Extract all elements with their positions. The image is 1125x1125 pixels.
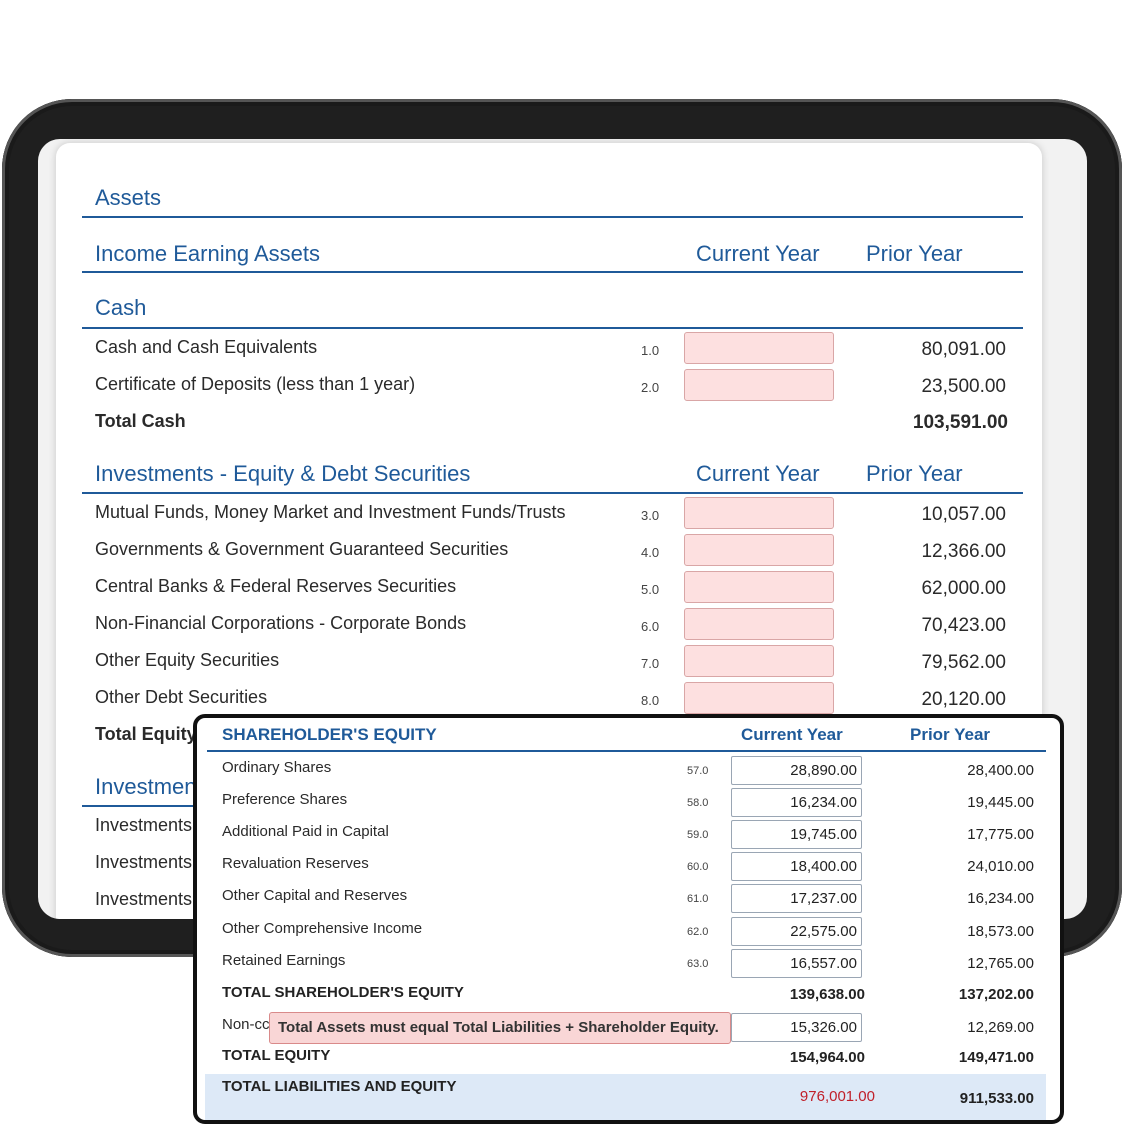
other-debt-current-input[interactable] xyxy=(684,682,834,714)
current-year-header: Current Year xyxy=(696,461,820,486)
header-rule xyxy=(82,271,1023,273)
row-ref: 63.0 xyxy=(687,958,709,970)
retained-earnings-current-input[interactable]: 16,557.00 xyxy=(731,949,862,978)
equity-header-rule xyxy=(207,750,1046,752)
row-prior-value: 62,000.00 xyxy=(921,578,1006,599)
row-label: Ordinary Shares xyxy=(222,759,332,776)
total-cash-label: Total Cash xyxy=(95,411,186,431)
row-prior-value: 28,400.00 xyxy=(967,762,1034,779)
row-prior-value: 10,057.00 xyxy=(921,504,1006,525)
row-prior-value: 23,500.00 xyxy=(921,376,1006,397)
row-ref: 8.0 xyxy=(641,693,660,708)
preference-shares-current-input[interactable]: 16,234.00 xyxy=(731,788,862,817)
row-label: Retained Earnings xyxy=(222,952,346,969)
row-ref: 60.0 xyxy=(687,861,709,873)
cash-heading: Cash xyxy=(95,295,147,320)
row-prior-value: 12,269.00 xyxy=(967,1019,1034,1036)
title-rule xyxy=(82,216,1023,218)
row-prior-value: 12,366.00 xyxy=(921,541,1006,562)
investments-heading: Investments - Equity & Debt Securities xyxy=(95,461,471,486)
corporate-bonds-current-input[interactable] xyxy=(684,608,834,640)
row-prior-value: 19,445.00 xyxy=(967,794,1034,811)
row-prior-value: 70,423.00 xyxy=(921,615,1006,636)
row-label: Revaluation Reserves xyxy=(222,855,369,872)
row-label: Other Comprehensive Income xyxy=(222,920,423,937)
row-label: Governments & Government Guaranteed Secu… xyxy=(95,539,509,559)
total-shareholder-equity-prior: 137,202.00 xyxy=(958,986,1034,1003)
row-prior-value: 79,562.00 xyxy=(921,652,1006,673)
row-ref: 59.0 xyxy=(687,829,709,841)
total-equity-current: 154,964.00 xyxy=(789,1049,865,1066)
total-shareholder-equity-label: TOTAL SHAREHOLDER'S EQUITY xyxy=(222,984,464,1001)
row-ref: 5.0 xyxy=(641,582,660,597)
investments-rule xyxy=(82,492,1023,494)
row-label: Additional Paid in Capital xyxy=(222,823,389,840)
shareholders-equity-card: SHAREHOLDER'S EQUITY Current Year Prior … xyxy=(193,714,1064,1124)
government-securities-current-input[interactable] xyxy=(684,534,834,566)
paid-in-capital-current-input[interactable]: 19,745.00 xyxy=(731,820,862,849)
row-label: Cash and Cash Equivalents xyxy=(95,337,318,357)
prior-year-header: Prior Year xyxy=(866,241,963,266)
total-equity-prior: 149,471.00 xyxy=(958,1049,1034,1066)
prior-year-header: Prior Year xyxy=(910,725,991,744)
row-ref: 57.0 xyxy=(687,765,709,777)
central-banks-current-input[interactable] xyxy=(684,571,834,603)
row-prior-value: 12,765.00 xyxy=(967,955,1034,972)
cash-rule xyxy=(82,327,1023,329)
row-ref: 62.0 xyxy=(687,926,709,938)
row-ref: 6.0 xyxy=(641,619,660,634)
page-title: Assets xyxy=(95,185,162,210)
row-label: Other Debt Securities xyxy=(95,687,268,707)
mutual-funds-current-input[interactable] xyxy=(684,497,834,529)
row-prior-value: 80,091.00 xyxy=(921,339,1006,360)
total-liabilities-equity-current: 976,001.00 xyxy=(799,1088,875,1105)
current-year-header: Current Year xyxy=(741,725,843,744)
row-ref: 58.0 xyxy=(687,797,709,809)
other-equity-current-input[interactable] xyxy=(684,645,834,677)
row-ref: 2.0 xyxy=(641,380,660,395)
row-label: Investments xyxy=(95,815,193,835)
row-prior-value: 17,775.00 xyxy=(967,826,1034,843)
total-shareholder-equity-current: 139,638.00 xyxy=(789,986,865,1003)
row-label: Preference Shares xyxy=(222,791,348,808)
cash-equivalents-current-input[interactable] xyxy=(684,332,834,364)
row-label: Other Equity Securities xyxy=(95,650,280,670)
total-cash-prior: 103,591.00 xyxy=(912,412,1008,433)
revaluation-reserves-current-input[interactable]: 18,400.00 xyxy=(731,852,862,881)
row-label: Central Banks & Federal Reserves Securit… xyxy=(95,576,457,596)
total-liabilities-equity-label: TOTAL LIABILITIES AND EQUITY xyxy=(222,1078,457,1095)
validation-error-tooltip: Total Assets must equal Total Liabilitie… xyxy=(269,1012,731,1044)
certificate-deposits-current-input[interactable] xyxy=(684,369,834,401)
row-label: Investments xyxy=(95,889,193,909)
total-liabilities-equity-prior: 911,533.00 xyxy=(959,1090,1034,1107)
row-ref: 7.0 xyxy=(641,656,660,671)
row-label: Certificate of Deposits (less than 1 yea… xyxy=(95,374,416,394)
row-prior-value: 20,120.00 xyxy=(921,689,1006,710)
other-capital-current-input[interactable]: 17,237.00 xyxy=(731,884,862,913)
income-earning-assets-heading: Income Earning Assets xyxy=(95,241,321,266)
row-label: Investments xyxy=(95,852,193,872)
total-equity-label-partial: Total Equity xyxy=(95,724,197,744)
equity-card-title: SHAREHOLDER'S EQUITY xyxy=(222,725,437,744)
row-prior-value: 16,234.00 xyxy=(967,890,1034,907)
row-label: Non-Financial Corporations - Corporate B… xyxy=(95,613,467,633)
ordinary-shares-current-input[interactable]: 28,890.00 xyxy=(731,756,862,785)
non-controlling-interest-label: Non-cc xyxy=(222,1016,270,1033)
total-equity-label: TOTAL EQUITY xyxy=(222,1047,331,1064)
row-ref: 3.0 xyxy=(641,508,660,523)
row-ref: 61.0 xyxy=(687,893,709,905)
current-year-header: Current Year xyxy=(696,241,820,266)
row-prior-value: 24,010.00 xyxy=(967,858,1034,875)
row-ref: 1.0 xyxy=(641,343,660,358)
other-comprehensive-income-current-input[interactable]: 22,575.00 xyxy=(731,917,862,946)
non-controlling-current-input[interactable]: 15,326.00 xyxy=(731,1013,862,1042)
next-section-heading: Investmen xyxy=(95,774,197,799)
row-label: Other Capital and Reserves xyxy=(222,887,408,904)
row-prior-value: 18,573.00 xyxy=(967,923,1034,940)
prior-year-header: Prior Year xyxy=(866,461,963,486)
row-label: Mutual Funds, Money Market and Investmen… xyxy=(95,502,566,522)
row-ref: 4.0 xyxy=(641,545,660,560)
